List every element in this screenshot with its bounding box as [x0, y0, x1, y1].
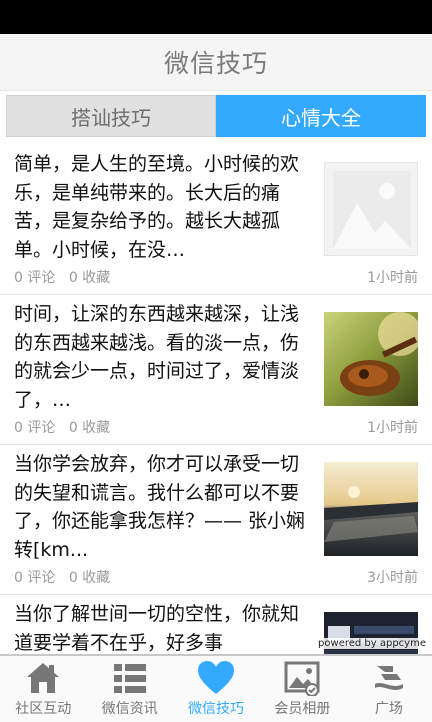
tab-mood-collection[interactable]: 心情大全: [216, 95, 426, 137]
comment-count: 0 评论: [14, 570, 56, 586]
nav-community[interactable]: 社区互动: [0, 656, 86, 722]
favorite-count: 0 收藏: [68, 270, 111, 286]
favorite-count: 0 收藏: [68, 420, 111, 436]
nav-square[interactable]: 广场: [346, 656, 432, 722]
nav-album[interactable]: 会员相册: [259, 656, 345, 722]
list-icon: [110, 658, 150, 698]
status-bar: [0, 0, 432, 34]
square-logo-icon: [369, 658, 409, 698]
bottom-nav: 社区互动 微信资讯 微信技巧 会员相册 广场: [0, 654, 432, 722]
nav-tips[interactable]: 微信技巧: [173, 656, 259, 722]
item-text: 当你学会放弃，你才可以承受一切的失望和谎言。我什么都可以不要了，你还能拿我怎样？…: [14, 453, 306, 561]
list-item[interactable]: 简单，是人生的至境。小时候的欢乐，是单纯带来的。长大后的痛苦，是复杂给予的。越长…: [0, 144, 432, 295]
item-meta: 0 评论 0 收藏: [14, 267, 119, 287]
photo-album-icon: [282, 658, 322, 698]
photo-thumbnail: [324, 462, 418, 556]
item-meta: 0 评论 0 收藏: [14, 417, 119, 437]
nav-label: 会员相册: [274, 701, 331, 717]
nav-label: 微信资讯: [101, 701, 158, 717]
page-title: 微信技巧: [163, 49, 268, 78]
placeholder-image-icon: [324, 162, 418, 256]
item-text: 当你了解世间一切的空性，你就知道要学着不在乎，好多事: [14, 603, 300, 654]
heart-icon: [196, 658, 236, 698]
item-text: 简单，是人生的至境。小时候的欢乐，是单纯带来的。长大后的痛苦，是复杂给予的。越长…: [14, 153, 300, 261]
tab-pickup-tips[interactable]: 搭讪技巧: [6, 95, 216, 137]
comment-count: 0 评论: [14, 420, 56, 436]
item-time: 1小时前: [367, 420, 418, 436]
item-time: 1小时前: [367, 270, 418, 286]
article-list: 简单，是人生的至境。小时候的欢乐，是单纯带来的。长大后的痛苦，是复杂给予的。越长…: [0, 144, 432, 654]
nav-label: 广场: [374, 701, 403, 717]
nav-label: 微信技巧: [188, 701, 245, 717]
photo-thumbnail: [324, 312, 418, 406]
watermark-text: powered by appcyme: [316, 638, 428, 649]
item-time: 3小时前: [367, 570, 418, 586]
item-meta: 0 评论 0 收藏: [14, 567, 119, 587]
comment-count: 0 评论: [14, 270, 56, 286]
item-text: 时间，让深的东西越来越深，让浅的东西越来越浅。看的淡一点，伤的就会少一点，时间过…: [14, 303, 300, 411]
list-item[interactable]: 时间，让深的东西越来越深，让浅的东西越来越浅。看的淡一点，伤的就会少一点，时间过…: [0, 294, 432, 445]
nav-news[interactable]: 微信资讯: [86, 656, 172, 722]
home-icon: [23, 658, 63, 698]
list-item[interactable]: 当你学会放弃，你才可以承受一切的失望和谎言。我什么都可以不要了，你还能拿我怎样？…: [0, 444, 432, 595]
favorite-count: 0 收藏: [68, 570, 111, 586]
segment-tabs: 搭讪技巧 心情大全: [6, 95, 426, 137]
title-bar: 微信技巧: [0, 34, 432, 91]
nav-label: 社区互动: [15, 701, 72, 717]
